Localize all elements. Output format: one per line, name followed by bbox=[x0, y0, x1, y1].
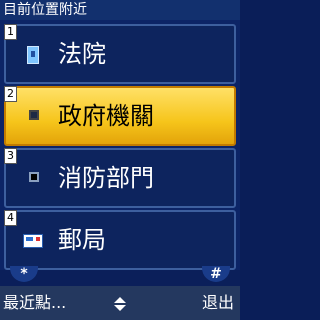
item-label: 郵局 bbox=[58, 226, 106, 254]
court-icon bbox=[27, 46, 39, 64]
item-label: 消防部門 bbox=[58, 164, 154, 192]
list-item-fire-department[interactable]: 3 消防部門 bbox=[4, 148, 236, 208]
softkey-bar: 最近點... 退出 bbox=[0, 286, 240, 320]
fire-station-icon bbox=[29, 172, 39, 182]
list-item-government[interactable]: 2 政府機關 bbox=[4, 86, 236, 146]
nearest-softkey-button[interactable]: 最近點... bbox=[3, 286, 66, 320]
category-list: 1 法院 2 政府機關 3 消防部門 4 郵局 bbox=[0, 20, 240, 270]
item-label: 法院 bbox=[58, 40, 106, 68]
item-number: 2 bbox=[4, 86, 17, 102]
item-number: 3 bbox=[4, 148, 17, 164]
up-arrow-icon bbox=[114, 297, 126, 303]
building-icon bbox=[29, 110, 39, 120]
item-number: 4 bbox=[4, 210, 17, 226]
item-number: 1 bbox=[4, 24, 17, 40]
list-item-post-office[interactable]: 4 郵局 bbox=[4, 210, 236, 270]
exit-softkey-button[interactable]: 退出 bbox=[202, 286, 234, 320]
item-label: 政府機關 bbox=[58, 102, 154, 130]
list-item-court[interactable]: 1 法院 bbox=[4, 24, 236, 84]
post-office-icon bbox=[23, 234, 43, 248]
up-down-arrows-icon bbox=[114, 297, 126, 311]
down-arrow-icon bbox=[114, 305, 126, 311]
page-title: 目前位置附近 bbox=[0, 0, 240, 20]
